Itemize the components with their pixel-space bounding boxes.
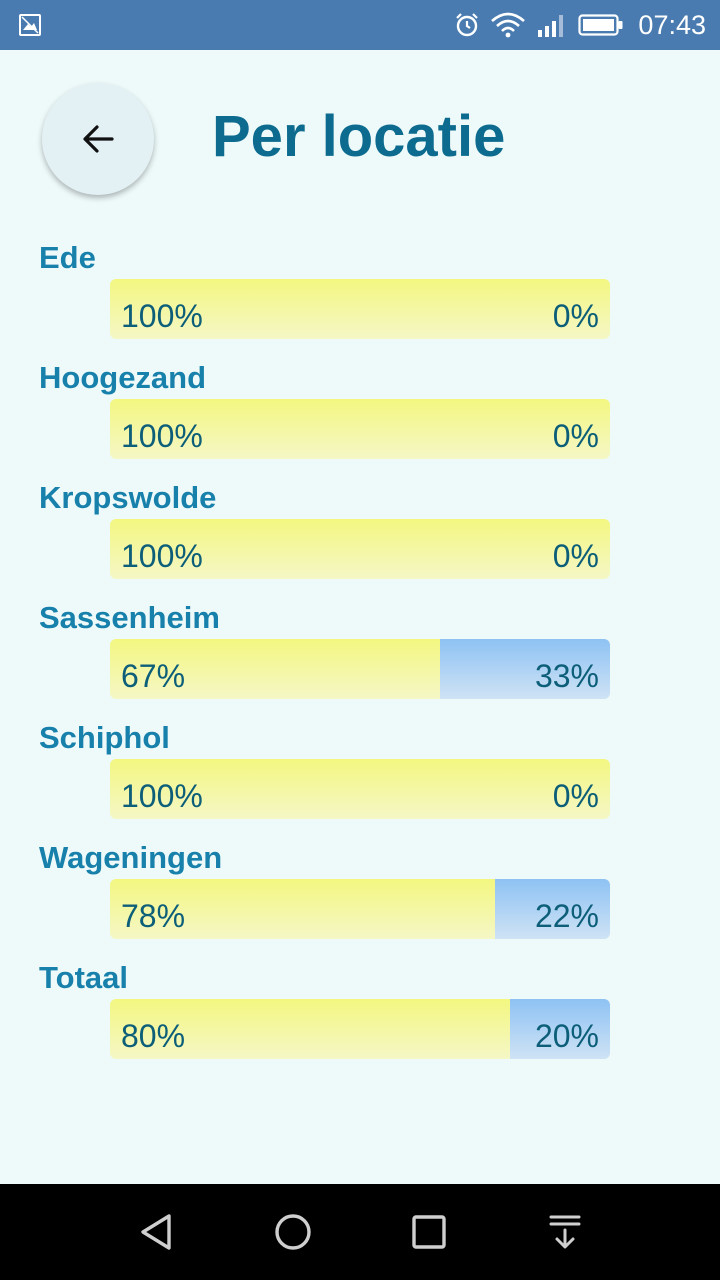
location-name: Sassenheim: [39, 600, 220, 635]
percentage-bar: 100% 0%: [110, 399, 610, 459]
percentage-right: 22%: [534, 898, 599, 934]
location-name: Kropswolde: [39, 480, 217, 515]
percentage-left: 100%: [121, 418, 203, 454]
percentage-right: 0%: [552, 418, 599, 454]
percentage-right: 0%: [552, 538, 599, 574]
percentage-bar: 67% 33%: [110, 639, 610, 699]
location-row: Hoogezand 100% 0%: [0, 360, 720, 480]
location-row: Kropswolde 100% 0%: [0, 480, 720, 600]
location-name: Hoogezand: [39, 360, 207, 395]
location-name: Totaal: [39, 960, 128, 995]
location-row: Wageningen 78% 22%: [0, 840, 720, 960]
back-button[interactable]: [42, 83, 154, 195]
percentage-left: 78%: [121, 898, 186, 934]
percentage-left: 100%: [121, 538, 203, 574]
percentage-right: 0%: [552, 778, 599, 814]
home-circle-icon[interactable]: [273, 1212, 313, 1252]
location-row: Sassenheim 67% 33%: [0, 600, 720, 720]
status-bar: 07:43: [0, 0, 720, 50]
percentage-right: 0%: [552, 298, 599, 334]
location-row: Ede 100% 0%: [0, 240, 720, 360]
arrow-left-icon: [83, 125, 114, 153]
image-icon: [19, 14, 41, 36]
status-time: 07:43: [638, 9, 706, 40]
page-title: Per locatie: [212, 104, 506, 169]
location-name: Ede: [39, 240, 96, 275]
recents-square-icon[interactable]: [409, 1212, 449, 1252]
location-list: Ede 100% 0% Hoogezand 100% 0% Kropswolde 100% 0%…: [0, 240, 720, 1080]
location-row: Totaal 80% 20%: [0, 960, 720, 1080]
percentage-bar: 100% 0%: [110, 279, 610, 339]
percentage-bar: 100% 0%: [110, 759, 610, 819]
percentage-left: 100%: [121, 778, 203, 814]
navigation-bar: [0, 1184, 720, 1280]
signal-icon: [538, 15, 564, 37]
percentage-bar: 100% 0%: [110, 519, 610, 579]
percentage-bar: 80% 20%: [110, 999, 610, 1059]
percentage-bar: 78% 22%: [110, 879, 610, 939]
location-row: Schiphol 100% 0%: [0, 720, 720, 840]
location-name: Schiphol: [39, 720, 170, 755]
location-name: Wageningen: [39, 840, 223, 875]
percentage-left: 80%: [121, 1018, 186, 1054]
alarm-icon: [456, 13, 479, 37]
percentage-left: 67%: [121, 658, 186, 694]
wifi-icon: [491, 12, 526, 38]
percentage-right: 33%: [534, 658, 599, 694]
notification-pull-icon[interactable]: [545, 1212, 585, 1252]
percentage-right: 20%: [534, 1018, 599, 1054]
back-triangle-icon[interactable]: [137, 1212, 177, 1252]
battery-icon: [578, 14, 623, 36]
percentage-left: 100%: [121, 298, 203, 334]
